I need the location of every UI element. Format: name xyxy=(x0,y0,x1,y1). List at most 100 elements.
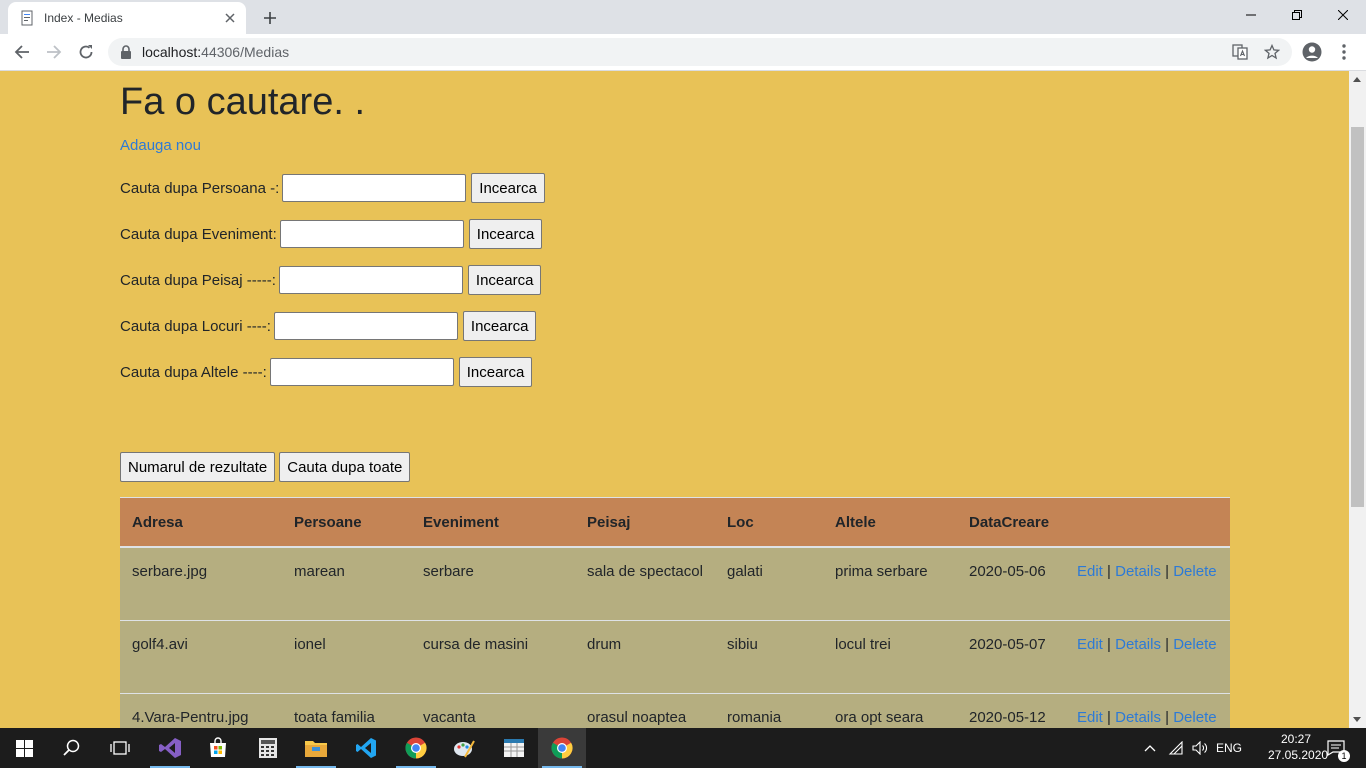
file-explorer-icon[interactable] xyxy=(292,728,340,768)
cell-loc: romania xyxy=(715,693,823,728)
search-peisaj-row: Cauta dupa Peisaj -----: Incearca xyxy=(120,265,542,295)
address-bar[interactable]: localhost:44306/Medias xyxy=(108,38,1292,66)
separator: | xyxy=(1107,636,1111,653)
separator: | xyxy=(1165,709,1170,726)
header-datacreare: DataCreare xyxy=(957,497,1065,548)
cell-peisaj: drum xyxy=(575,620,715,694)
browser-tab[interactable]: Index - Medias xyxy=(8,2,246,34)
search-peisaj-input[interactable] xyxy=(278,266,463,294)
page-scrollbar[interactable] xyxy=(1349,71,1366,728)
table-row: 4.Vara-Pentru.jpg toata familia vacanta … xyxy=(120,693,1230,728)
bottom-buttons: Numarul de rezultate Cauta dupa toate xyxy=(120,452,411,482)
back-icon[interactable] xyxy=(8,38,36,66)
system-clock[interactable]: 20:27 27.05.2020 xyxy=(1268,731,1328,763)
cell-peisaj: sala de spectacol xyxy=(575,546,715,621)
delete-link[interactable]: Delete xyxy=(1173,563,1216,580)
details-link[interactable]: Details xyxy=(1115,709,1161,726)
delete-link[interactable]: Delete xyxy=(1173,709,1216,726)
scroll-up-icon[interactable] xyxy=(1353,77,1361,82)
cell-data: 2020-05-07 xyxy=(957,620,1065,694)
cell-persoane: marean xyxy=(282,546,411,621)
profile-avatar-icon[interactable] xyxy=(1298,38,1326,66)
new-tab-icon[interactable] xyxy=(258,6,282,30)
forward-icon[interactable] xyxy=(40,38,68,66)
cell-adresa: 4.Vara-Pentru.jpg xyxy=(120,693,282,728)
edit-link[interactable]: Edit xyxy=(1077,709,1103,726)
wifi-icon[interactable] xyxy=(1164,728,1188,768)
tray-chevron-up-icon[interactable] xyxy=(1140,728,1160,768)
scrollbar-thumb[interactable] xyxy=(1351,127,1364,507)
details-link[interactable]: Details xyxy=(1115,636,1161,653)
search-altele-label: Cauta dupa Altele ----: xyxy=(120,363,267,381)
tab-strip: Index - Medias xyxy=(0,0,1366,34)
count-results-button[interactable]: Numarul de rezultate xyxy=(120,452,276,482)
chrome-active-icon[interactable] xyxy=(538,728,586,768)
cell-actions: Edit | Details | Delete xyxy=(1065,693,1230,728)
paint-icon[interactable] xyxy=(440,728,488,768)
cell-persoane: ionel xyxy=(282,620,411,694)
microsoft-store-icon[interactable] xyxy=(194,728,242,768)
cell-eveniment: serbare xyxy=(411,546,575,621)
bookmark-star-icon[interactable] xyxy=(1258,38,1286,66)
close-tab-icon[interactable] xyxy=(222,10,238,26)
task-view-icon[interactable] xyxy=(96,728,144,768)
minimize-icon[interactable] xyxy=(1228,0,1274,30)
search-persoana-row: Cauta dupa Persoana -: Incearca xyxy=(120,173,545,203)
search-locuri-input[interactable] xyxy=(273,312,458,340)
header-persoane: Persoane xyxy=(282,497,411,548)
calculator-icon[interactable] xyxy=(244,728,292,768)
search-eveniment-input[interactable] xyxy=(279,220,464,248)
edit-link[interactable]: Edit xyxy=(1077,636,1103,653)
volume-icon[interactable] xyxy=(1188,728,1212,768)
search-all-button[interactable]: Cauta dupa toate xyxy=(279,452,411,482)
search-persoana-input[interactable] xyxy=(282,174,467,202)
cell-altele: prima serbare xyxy=(823,546,957,621)
header-eveniment: Eveniment xyxy=(411,497,575,548)
menu-kebab-icon[interactable] xyxy=(1330,38,1358,66)
search-locuri-label: Cauta dupa Locuri ----: xyxy=(120,317,271,335)
cell-actions: Edit | Details | Delete xyxy=(1065,620,1230,694)
search-altele-row: Cauta dupa Altele ----: Incearca xyxy=(120,357,533,387)
media-table: Adresa Persoane Eveniment Peisaj Loc Alt… xyxy=(120,497,1230,728)
restore-icon[interactable] xyxy=(1274,0,1320,30)
reload-icon[interactable] xyxy=(72,38,100,66)
search-icon[interactable] xyxy=(48,728,96,768)
page-viewport: Fa o cautare. . Adauga nou Cauta dupa Pe… xyxy=(0,71,1349,728)
search-altele-button[interactable]: Incearca xyxy=(458,357,533,387)
delete-link[interactable]: Delete xyxy=(1173,636,1216,653)
cell-adresa: golf4.avi xyxy=(120,620,282,694)
windows-start-icon[interactable] xyxy=(0,728,48,768)
cell-altele: locul trei xyxy=(823,620,957,694)
vscode-icon[interactable] xyxy=(342,728,390,768)
spreadsheet-app-icon[interactable] xyxy=(490,728,538,768)
chrome-icon[interactable] xyxy=(392,728,440,768)
details-link[interactable]: Details xyxy=(1115,563,1161,580)
header-peisaj: Peisaj xyxy=(575,497,715,548)
add-new-link[interactable]: Adauga nou xyxy=(120,137,201,154)
translate-icon[interactable] xyxy=(1226,38,1254,66)
separator: | xyxy=(1107,563,1111,580)
browser-toolbar: localhost:44306/Medias xyxy=(0,34,1366,71)
search-altele-input[interactable] xyxy=(269,358,454,386)
search-eveniment-button[interactable]: Incearca xyxy=(468,219,543,249)
table-row: serbare.jpg marean serbare sala de spect… xyxy=(120,546,1230,621)
page-title: Fa o cautare. . xyxy=(120,81,366,123)
search-persoana-button[interactable]: Incearca xyxy=(471,173,545,203)
notifications-icon[interactable]: 1 xyxy=(1318,728,1354,768)
close-window-icon[interactable] xyxy=(1320,0,1366,30)
cell-loc: galati xyxy=(715,546,823,621)
search-persoana-label: Cauta dupa Persoana -: xyxy=(120,179,280,197)
notification-count-badge: 1 xyxy=(1338,750,1350,762)
cell-eveniment: cursa de masini xyxy=(411,620,575,694)
search-eveniment-row: Cauta dupa Eveniment: Incearca xyxy=(120,219,543,249)
windows-taskbar: ENG 20:27 27.05.2020 1 xyxy=(0,728,1366,768)
visual-studio-icon[interactable] xyxy=(146,728,194,768)
tab-title: Index - Medias xyxy=(44,11,123,25)
language-indicator[interactable]: ENG xyxy=(1212,728,1246,768)
scroll-down-icon[interactable] xyxy=(1353,717,1361,722)
edit-link[interactable]: Edit xyxy=(1077,563,1103,580)
search-peisaj-button[interactable]: Incearca xyxy=(467,265,542,295)
cell-data: 2020-05-06 xyxy=(957,546,1065,621)
search-locuri-button[interactable]: Incearca xyxy=(462,311,537,341)
search-peisaj-label: Cauta dupa Peisaj -----: xyxy=(120,271,276,289)
